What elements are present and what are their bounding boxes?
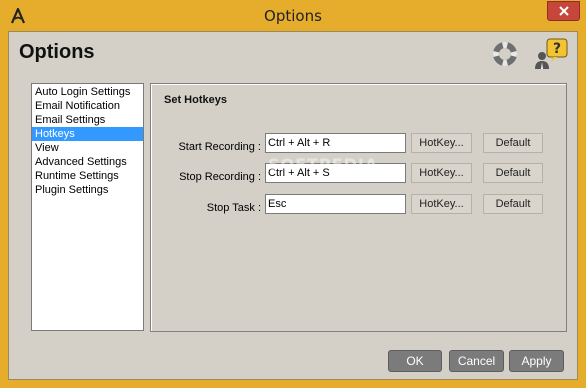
- start-recording-hotkey-field[interactable]: Ctrl + Alt + R: [265, 133, 406, 153]
- user-help-icon[interactable]: ?: [533, 38, 569, 70]
- start-recording-label: Start Recording :: [178, 141, 261, 153]
- softpedia-watermark: SOFTPEDIA: [268, 155, 379, 174]
- dialog-header: Options ?: [9, 32, 577, 72]
- stop-task-label: Stop Task :: [206, 202, 261, 214]
- hotkeys-panel: Set Hotkeys Start Recording : Ctrl + Alt…: [150, 83, 567, 332]
- stop-recording-hotkey-button[interactable]: HotKey...: [411, 163, 472, 183]
- cancel-button[interactable]: Cancel: [449, 350, 504, 372]
- close-icon: [558, 6, 569, 16]
- lifebuoy-icon[interactable]: [491, 40, 519, 68]
- sidebar-item-runtime-settings[interactable]: Runtime Settings: [32, 169, 143, 183]
- stop-recording-default-button[interactable]: Default: [483, 163, 543, 183]
- apply-button[interactable]: Apply: [509, 350, 564, 372]
- title-bar[interactable]: Options: [0, 0, 586, 31]
- stop-task-hotkey-button[interactable]: HotKey...: [411, 194, 472, 214]
- start-recording-hotkey-button[interactable]: HotKey...: [411, 133, 472, 153]
- sidebar-item-hotkeys[interactable]: Hotkeys: [32, 127, 143, 141]
- svg-text:?: ?: [553, 41, 561, 57]
- start-recording-default-button[interactable]: Default: [483, 133, 543, 153]
- sidebar-item-email-settings[interactable]: Email Settings: [32, 113, 143, 127]
- panel-title: Set Hotkeys: [164, 94, 227, 106]
- sidebar-item-plugin-settings[interactable]: Plugin Settings: [32, 183, 143, 197]
- ok-button[interactable]: OK: [388, 350, 442, 372]
- sidebar-item-advanced-settings[interactable]: Advanced Settings: [32, 155, 143, 169]
- options-window: Options Options ? Auto Login Settings Em…: [0, 0, 586, 388]
- sidebar-item-view[interactable]: View: [32, 141, 143, 155]
- stop-task-default-button[interactable]: Default: [483, 194, 543, 214]
- stop-recording-label: Stop Recording :: [179, 171, 261, 183]
- sidebar-item-email-notification[interactable]: Email Notification: [32, 99, 143, 113]
- close-button[interactable]: [547, 1, 580, 21]
- window-title: Options: [264, 7, 322, 25]
- settings-category-list[interactable]: Auto Login Settings Email Notification E…: [31, 83, 144, 331]
- dialog-client: Options ? Auto Login Settings Email Noti…: [8, 31, 578, 380]
- sidebar-item-auto-login-settings[interactable]: Auto Login Settings: [32, 85, 143, 99]
- stop-task-hotkey-field[interactable]: Esc: [265, 194, 406, 214]
- page-title: Options: [19, 41, 95, 63]
